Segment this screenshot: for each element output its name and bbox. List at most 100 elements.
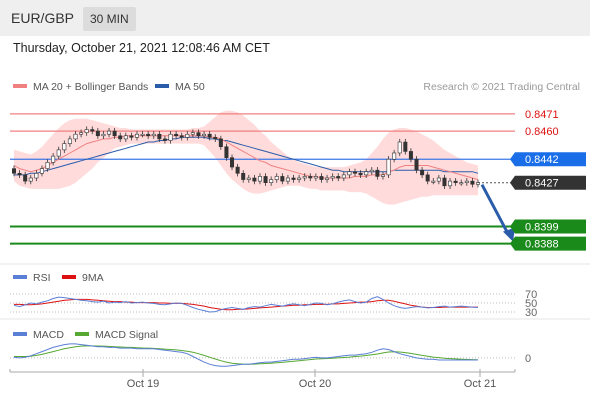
bearish-candle	[174, 133, 179, 137]
macd-signal-legend-swatch	[75, 332, 89, 336]
bullish-candle	[347, 171, 352, 176]
bearish-candle	[442, 177, 447, 187]
bullish-candle	[151, 133, 156, 137]
bearish-candle	[280, 176, 285, 182]
macd-legend-label: MACD	[33, 329, 64, 341]
rsi-legend-label: RSI	[33, 272, 51, 284]
bullish-candle	[73, 133, 78, 140]
resistance-label: 0.8471	[525, 109, 559, 121]
bullish-candle	[475, 182, 480, 185]
bearish-candle	[196, 132, 201, 137]
bullish-candle	[364, 171, 369, 176]
bullish-candle	[67, 138, 72, 144]
bullish-candle	[369, 169, 374, 173]
bullish-candle	[140, 133, 145, 136]
support-label: 0.8388	[525, 239, 559, 251]
bearish-candle	[207, 133, 212, 138]
bullish-candle	[285, 177, 290, 182]
bullish-candle	[56, 149, 61, 157]
bearish-candle	[179, 135, 184, 138]
bullish-candle	[62, 143, 67, 151]
current-price-label: 0.8427	[525, 178, 559, 190]
bullish-candle	[269, 179, 274, 183]
bullish-candle	[185, 133, 190, 138]
macd-legend-swatch	[13, 332, 27, 336]
bearish-candle	[425, 174, 430, 182]
price-legend: MA 20 + Bollinger Bands MA 50	[13, 81, 205, 93]
bearish-candle	[414, 158, 419, 171]
bullish-candle	[202, 133, 207, 137]
rsi-ma-legend-swatch	[62, 275, 76, 279]
rsi-tick-label: 30	[525, 307, 537, 319]
bearish-candle	[90, 129, 95, 132]
bearish-candle	[408, 151, 413, 160]
macd-signal-line	[14, 345, 479, 365]
bearish-candle	[129, 135, 134, 138]
bullish-candle	[79, 132, 84, 135]
bullish-candle	[257, 176, 262, 182]
bullish-candle	[302, 176, 307, 179]
bullish-candle	[34, 173, 39, 179]
bearish-candle	[453, 180, 458, 183]
ma20-legend-label: MA 20 + Bollinger Bands	[33, 81, 148, 93]
bullish-candle	[325, 177, 330, 180]
rsi-panel: 705030	[10, 289, 537, 319]
bearish-candle	[263, 176, 268, 183]
bearish-candle	[95, 130, 100, 137]
macd-tick-label: 0	[525, 353, 531, 365]
bearish-candle	[420, 169, 425, 176]
bullish-candle	[380, 174, 385, 177]
bearish-candle	[291, 177, 296, 180]
ma20-legend-swatch	[13, 84, 27, 88]
bearish-candle	[218, 138, 223, 148]
bearish-candle	[12, 168, 17, 174]
bullish-candle	[123, 135, 128, 140]
bearish-candle	[358, 173, 363, 176]
bullish-candle	[51, 155, 56, 163]
time-tick-label: Oct 21	[464, 378, 496, 390]
macd-panel: 0	[10, 343, 531, 367]
bearish-candle	[319, 176, 324, 180]
macd-legend: MACD MACD Signal	[13, 329, 158, 341]
watermark: Research © 2021 Trading Central	[423, 81, 580, 93]
bullish-candle	[448, 180, 453, 187]
bearish-candle	[308, 176, 313, 179]
bearish-candle	[241, 173, 246, 180]
bullish-candle	[39, 168, 44, 174]
bearish-candle	[403, 141, 408, 152]
bearish-candle	[353, 171, 358, 174]
bearish-candle	[162, 138, 167, 141]
bearish-candle	[118, 135, 123, 140]
bullish-candle	[436, 177, 441, 182]
rsi-legend: RSI 9MA	[13, 272, 104, 284]
bullish-candle	[168, 133, 173, 141]
ma50-legend-swatch	[155, 84, 169, 88]
bullish-candle	[330, 176, 335, 179]
bearish-candle	[235, 166, 240, 174]
bullish-candle	[392, 152, 397, 160]
pivot-label: 0.8442	[525, 154, 559, 166]
bullish-candle	[28, 177, 33, 182]
resistance-label: 0.8460	[525, 126, 559, 138]
bullish-candle	[313, 176, 318, 179]
bullish-candle	[190, 132, 195, 135]
bullish-candle	[386, 158, 391, 176]
bearish-candle	[336, 176, 341, 179]
bullish-candle	[297, 177, 302, 180]
bearish-candle	[230, 157, 235, 168]
bullish-candle	[107, 130, 112, 135]
bullish-candle	[459, 182, 464, 185]
bearish-candle	[252, 177, 257, 182]
bullish-candle	[246, 177, 251, 180]
time-tick-label: Oct 20	[299, 378, 331, 390]
bearish-candle	[213, 137, 218, 140]
bearish-candle	[470, 180, 475, 185]
bearish-candle	[23, 174, 28, 182]
rsi-ma-legend-label: 9MA	[82, 272, 104, 284]
bollinger-band-area	[14, 110, 478, 205]
support-label: 0.8399	[525, 221, 559, 233]
macd-signal-legend-label: MACD Signal	[95, 329, 158, 341]
bullish-candle	[341, 174, 346, 179]
bearish-candle	[224, 146, 229, 158]
price-level-labels: 0.8471 0.8460 0.8442 0.8427 0.8399 0.8388	[510, 109, 586, 251]
